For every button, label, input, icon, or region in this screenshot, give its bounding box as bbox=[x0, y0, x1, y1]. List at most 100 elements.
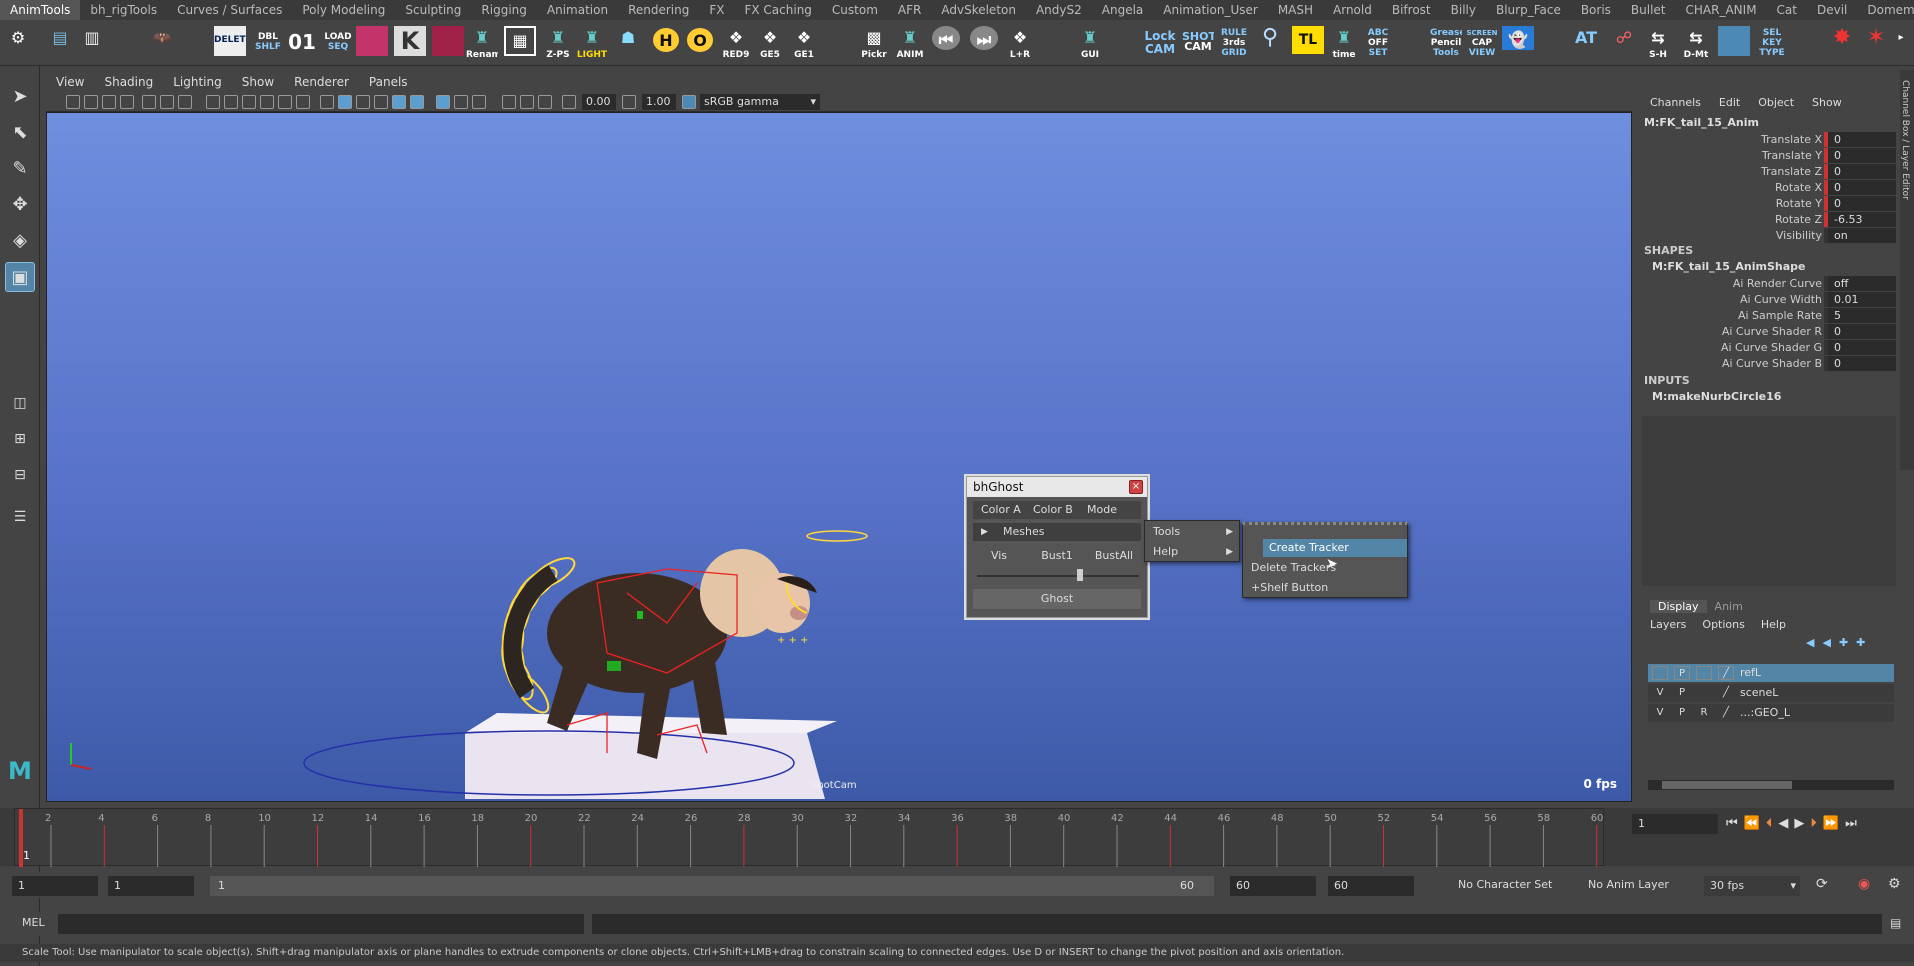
isolate-select-icon[interactable] bbox=[436, 95, 450, 109]
shelf-tab-fx[interactable]: FX bbox=[699, 0, 734, 20]
vis-button[interactable]: Vis bbox=[977, 549, 1021, 562]
shelf-zps-button[interactable]: ♜ Z-PS bbox=[542, 26, 574, 60]
layer-menu-options[interactable]: Options bbox=[1702, 618, 1744, 631]
shelf-tab-rigging[interactable]: Rigging bbox=[471, 0, 536, 20]
shelf-tab-curves-surfaces[interactable]: Curves / Surfaces bbox=[167, 0, 292, 20]
ghost-slider-handle[interactable] bbox=[1077, 569, 1083, 581]
four-view-icon[interactable]: ⊞ bbox=[5, 424, 35, 454]
shelf-tab-angela[interactable]: Angela bbox=[1092, 0, 1154, 20]
input-node-name[interactable]: M:makeNurbCircle16 bbox=[1652, 390, 1781, 403]
shelf-tab-bifrost[interactable]: Bifrost bbox=[1382, 0, 1441, 20]
shelf-dmt-button[interactable]: ⇆ D-Mt bbox=[1680, 26, 1712, 60]
menu-item-shelf-button[interactable]: +Shelf Button bbox=[1245, 579, 1389, 597]
shadows-icon[interactable] bbox=[410, 95, 424, 109]
shelf-tab-animation-user[interactable]: Animation_User bbox=[1153, 0, 1268, 20]
rotate-tool-icon[interactable]: ◈ bbox=[5, 226, 35, 256]
shelf-tab-char-anim[interactable]: CHAR_ANIM bbox=[1676, 0, 1767, 20]
preferences-icon[interactable]: ⚙ bbox=[1888, 876, 1901, 892]
new-layer-icon[interactable]: ✚ bbox=[1839, 636, 1848, 649]
shelf-sel-key-type-button[interactable]: SEL KEY TYPE bbox=[1756, 26, 1788, 60]
wireframe-on-shaded-icon[interactable] bbox=[356, 95, 370, 109]
shelf-lr-button[interactable]: ❖ L+R bbox=[1004, 26, 1036, 60]
layer-visibility-toggle[interactable]: V bbox=[1652, 706, 1668, 720]
shelf-rule-thirds-button[interactable]: RULE 3rds GRID bbox=[1218, 26, 1250, 60]
viewport-menu-view[interactable]: View bbox=[46, 72, 94, 92]
end-time-field[interactable]: 60 bbox=[1328, 876, 1414, 896]
safe-action-icon[interactable] bbox=[296, 95, 310, 109]
layer-move-down-icon[interactable]: ◀ bbox=[1822, 636, 1830, 649]
shelf-splat-icon[interactable]: ✸ bbox=[1826, 26, 1858, 60]
grease-pencil-icon[interactable] bbox=[178, 95, 192, 109]
shelf-tab-afr[interactable]: AFR bbox=[888, 0, 931, 20]
layer-playback-toggle[interactable]: P bbox=[1674, 706, 1690, 720]
menu-item-create-tracker[interactable]: Create Tracker bbox=[1263, 539, 1407, 557]
layer-reference-toggle[interactable] bbox=[1696, 666, 1712, 680]
exposure-icon[interactable] bbox=[502, 95, 516, 109]
outliner-icon[interactable]: ☰ bbox=[5, 502, 35, 532]
color-space-select[interactable]: sRGB gamma ▾ bbox=[700, 94, 820, 110]
wireframe-icon[interactable] bbox=[320, 95, 334, 109]
shelf-light-button[interactable]: ♜ LIGHT bbox=[576, 26, 608, 60]
shelf-scroll-icon[interactable]: ▸ bbox=[1892, 26, 1910, 60]
lock-camera-icon[interactable] bbox=[142, 95, 156, 109]
autokey-icon[interactable]: ◉ bbox=[1858, 876, 1870, 892]
channel-ai-sample-rate[interactable]: Ai Sample Rate 5 bbox=[1638, 308, 1900, 323]
shelf-01-button[interactable]: 01 bbox=[286, 26, 318, 60]
shelf-screen-cap-button[interactable]: SCREEN CAP VIEW bbox=[1466, 26, 1498, 60]
shelf-previous-icon[interactable]: ⏮ bbox=[930, 26, 962, 60]
two-view-icon[interactable]: ⊟ bbox=[5, 460, 35, 490]
playback-end-field[interactable]: 60 bbox=[1230, 876, 1316, 896]
shelf-next-icon[interactable]: ⏭ bbox=[968, 26, 1000, 60]
viewport-menu-lighting[interactable]: Lighting bbox=[163, 72, 232, 92]
textured-icon[interactable] bbox=[374, 95, 388, 109]
step-forward-icon[interactable]: ⏵ bbox=[1810, 816, 1817, 831]
channel-object-name[interactable]: M:FK_tail_15_Anim bbox=[1644, 116, 1759, 129]
shelf-tab-mash[interactable]: MASH bbox=[1268, 0, 1323, 20]
layer-reference-toggle[interactable] bbox=[1696, 686, 1712, 700]
exposure-reset-icon[interactable] bbox=[562, 95, 576, 109]
layer-scrollbar[interactable] bbox=[1648, 780, 1894, 790]
layer-row-scenel[interactable]: V P ╱ sceneL bbox=[1648, 684, 1894, 702]
layer-tab-anim[interactable]: Anim bbox=[1707, 600, 1751, 613]
shelf-lock-cam-button[interactable]: Lock CAM bbox=[1144, 26, 1176, 60]
go-to-start-icon[interactable]: ⏮ bbox=[1726, 816, 1738, 831]
shelf-tab-bh-rigtools[interactable]: bh_rigTools bbox=[80, 0, 167, 20]
step-back-key-icon[interactable]: ⏪ bbox=[1744, 816, 1760, 831]
shelf-pickr-button[interactable]: ▩ Pickr bbox=[858, 26, 890, 60]
start-time-field[interactable]: 1 bbox=[12, 876, 98, 896]
grid-icon[interactable] bbox=[206, 95, 220, 109]
layer-visibility-toggle[interactable]: V bbox=[1652, 686, 1668, 700]
shelf-delete-button[interactable]: DELETE bbox=[214, 26, 246, 56]
pan-zoom-icon[interactable] bbox=[160, 95, 174, 109]
menu-item-delete-trackers[interactable]: Delete Trackers bbox=[1245, 559, 1389, 577]
shelf-shot-cam-button[interactable]: SHOT CAM bbox=[1182, 26, 1214, 60]
single-view-icon[interactable]: ◫ bbox=[5, 388, 35, 418]
shelf-tab-advskeleton[interactable]: AdvSkeleton bbox=[931, 0, 1026, 20]
shelf-tab-cat[interactable]: Cat bbox=[1767, 0, 1807, 20]
shelf-star-icon[interactable]: ✶ bbox=[1860, 26, 1892, 60]
channel-rotate-y[interactable]: Rotate Y0 bbox=[1638, 196, 1900, 211]
shelf-grease-pencil-button[interactable]: Grease Pencil Tools bbox=[1430, 26, 1462, 60]
color-manage-icon[interactable] bbox=[538, 95, 552, 109]
viewport-menu-renderer[interactable]: Renderer bbox=[284, 72, 359, 92]
move-tool-icon[interactable]: ✥ bbox=[5, 190, 35, 220]
channel-menu-edit[interactable]: Edit bbox=[1719, 96, 1740, 109]
layer-color-swatch[interactable]: ╱ bbox=[1718, 706, 1734, 720]
paint-select-icon[interactable]: ✎ bbox=[5, 154, 35, 184]
channel-menu-object[interactable]: Object bbox=[1758, 96, 1794, 109]
gate-mask-icon[interactable] bbox=[260, 95, 274, 109]
shelf-gear-icon[interactable]: ⚙ bbox=[8, 26, 28, 60]
channel-ai-curve-width[interactable]: Ai Curve Width 0.01 bbox=[1638, 292, 1900, 307]
playback-start-field[interactable]: 1 bbox=[108, 876, 194, 896]
viewport-menu-shading[interactable]: Shading bbox=[94, 72, 163, 92]
gamma-field[interactable]: 1.00 bbox=[642, 94, 676, 110]
shelf-tab-boris[interactable]: Boris bbox=[1571, 0, 1621, 20]
channel-translate-x[interactable]: Translate X0 bbox=[1638, 132, 1900, 147]
shelf-time-button[interactable]: ♜ time bbox=[1328, 26, 1360, 60]
shelf-tab-custom[interactable]: Custom bbox=[822, 0, 888, 20]
layer-playback-toggle[interactable]: P bbox=[1674, 686, 1690, 700]
shelf-script-icon[interactable]: ▤ bbox=[44, 26, 76, 60]
channel-rotate-z[interactable]: Rotate Z -6.53 bbox=[1638, 212, 1900, 227]
ghost-slider[interactable] bbox=[977, 575, 1139, 577]
menu-item-tools[interactable]: Tools ▶ bbox=[1147, 523, 1237, 541]
